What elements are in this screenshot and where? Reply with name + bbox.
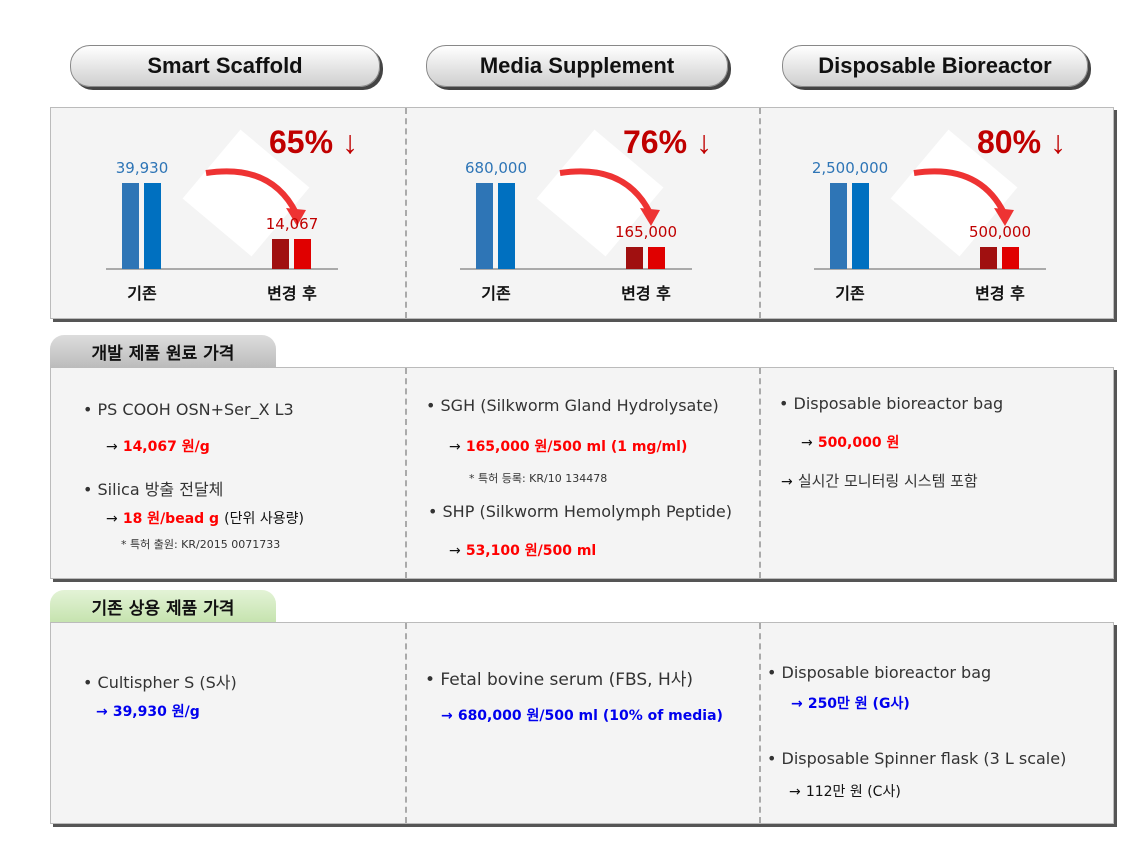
com-item: • Fetal bovine serum (FBS, H사) [425,670,694,690]
com-price-panel: • Cultispher S (S사) → 39,930 원/g • Fetal… [50,622,1114,824]
com-item: • Cultispher S (S사) [83,673,237,692]
dev-price: 500,000 원 [817,435,900,451]
bar [294,238,311,269]
com-item: • Disposable bioreactor bag [767,663,992,682]
chart-panel: 65% ↓ 39,930 기존 14,067 변경 후 76% ↓ 680,000 기존 165… [50,107,1114,319]
category-label: 기존 [127,284,157,303]
bar [852,183,869,269]
value-label: 2,500,000 [811,159,889,177]
com-price: 39,930 원/g [112,704,200,720]
bar [980,247,997,269]
bar [476,183,493,269]
header-smart-scaffold: Smart Scaffold [70,45,380,87]
value-label: 165,000 [614,223,678,241]
com-item: • Disposable Spinner flask (3 L scale) [767,749,1067,768]
category-label: 변경 후 [267,284,317,303]
bar [144,183,161,269]
value-label: 39,930 [115,159,169,177]
dev-item: • Silica 방출 전달체 [83,480,224,499]
header-disposable-bioreactor: Disposable Bioreactor [782,45,1088,87]
dev-price-panel: • PS COOH OSN+Ser_X L3 → 14,067 원/g • Si… [50,367,1114,579]
category-label: 기존 [835,284,865,303]
curved-arrow-icon [913,168,1014,226]
dev-item: • PS COOH OSN+Ser_X L3 [83,400,294,419]
bar [498,183,515,269]
bar [626,247,643,269]
dev-price: 14,067 원/g [122,439,210,455]
dev-price: 18 원/bead g [122,511,220,527]
com-price: 112만 원 (C사) [805,784,901,800]
dev-note: 실시간 모니터링 시스템 포함 [797,472,978,490]
category-label: 변경 후 [975,284,1025,303]
reduction-label: 76% ↓ [623,124,712,160]
dev-section-tab: 개발 제품 원료 가격 [50,335,276,368]
value-label: 680,000 [464,159,528,177]
reduction-label: 65% ↓ [269,124,358,160]
value-label: 500,000 [968,223,1032,241]
category-label: 기존 [481,284,511,303]
com-section-tab: 기존 상용 제품 가격 [50,590,276,623]
bar [1002,247,1019,269]
bar-chart: 80% ↓ 2,500,000 기존 500,000 변경 후 [759,108,1113,318]
bar [122,183,139,269]
curved-arrow-icon [559,168,660,226]
dev-price: 165,000 원/500 ml (1 mg/ml) [465,439,688,455]
bar [830,183,847,269]
dev-item: • SHP (Silkworm Hemolymph Peptide) [428,502,733,521]
patent-note: * 특허 등록: KR/10 134478 [469,472,608,485]
category-label: 변경 후 [621,284,671,303]
dev-item: • Disposable bioreactor bag [779,394,1004,413]
dev-price: 53,100 원/500 ml [465,543,597,559]
bar [272,238,289,269]
value-label: 14,067 [265,214,319,233]
com-price: 250만 원 (G사) [807,696,910,712]
bar-chart: 65% ↓ 39,930 기존 14,067 변경 후 [51,108,405,318]
patent-note: * 특허 출원: KR/2015 0071733 [121,538,281,551]
com-price: 680,000 원/500 ml (10% of media) [457,708,723,724]
bar [648,247,665,269]
bar-chart: 76% ↓ 680,000 기존 165,000 변경 후 [405,108,759,318]
reduction-label: 80% ↓ [977,124,1066,160]
dev-item: • SGH (Silkworm Gland Hydrolysate) [426,396,719,415]
header-media-supplement: Media Supplement [426,45,728,87]
